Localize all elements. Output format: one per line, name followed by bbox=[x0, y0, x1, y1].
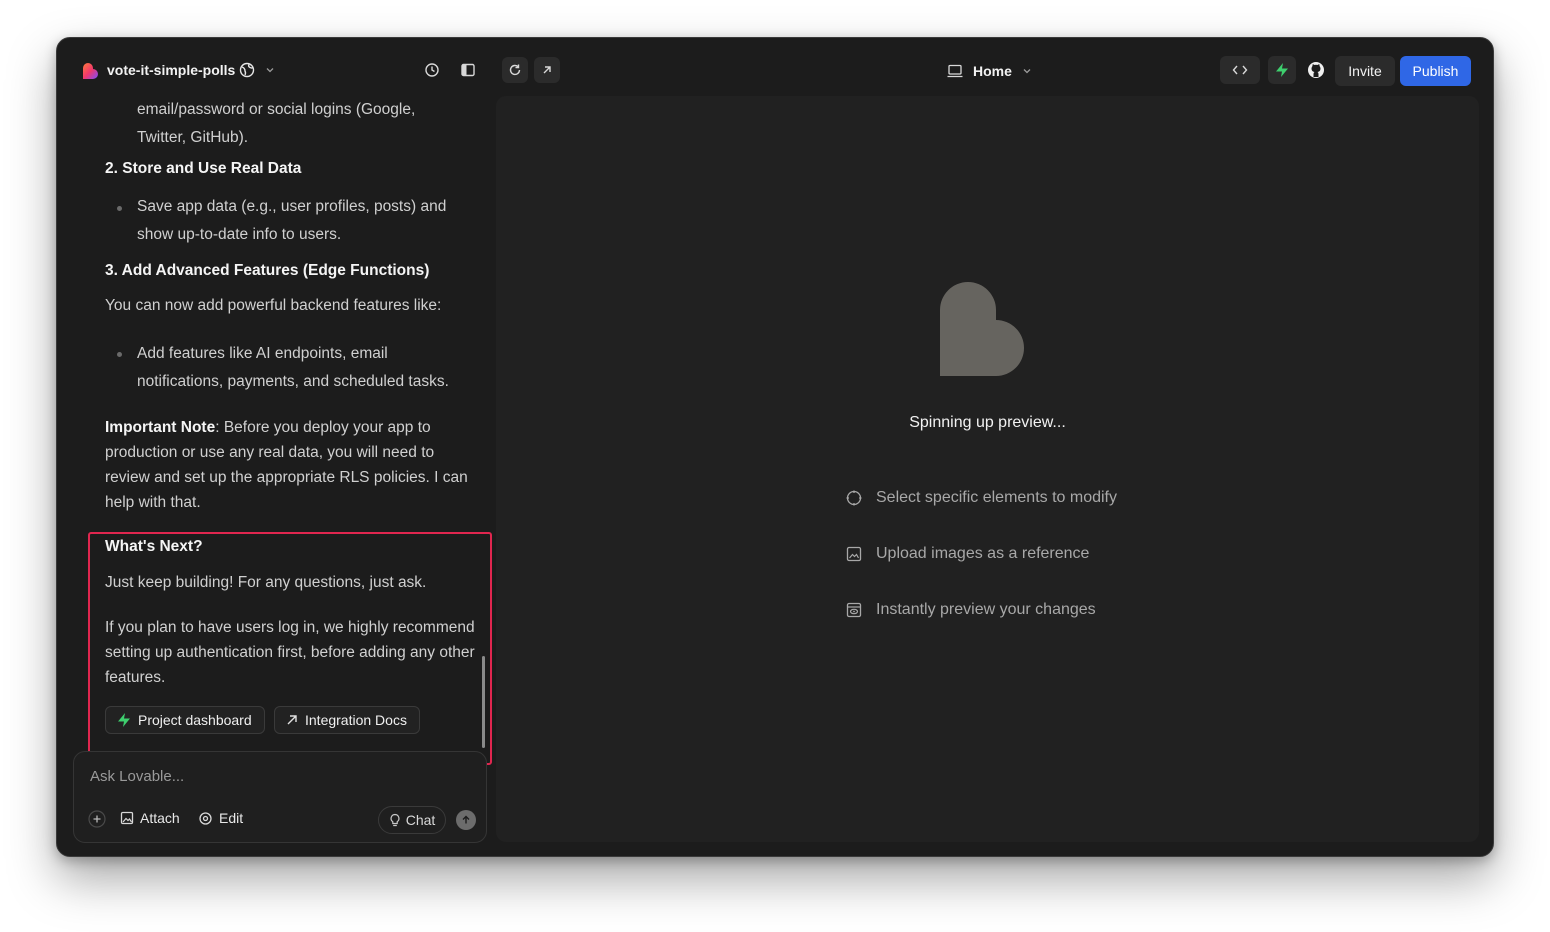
target-icon bbox=[199, 811, 212, 825]
bullet-advanced-features: Add features like AI endpoints, email no… bbox=[137, 345, 449, 390]
integration-docs-button[interactable]: Integration Docs bbox=[274, 706, 420, 734]
arrow-up-icon bbox=[462, 815, 470, 824]
arrow-up-right-icon bbox=[287, 715, 297, 725]
page-selector[interactable]: Home bbox=[947, 60, 1032, 82]
chat-scrollbar[interactable] bbox=[482, 656, 485, 748]
hint-label: Select specific elements to modify bbox=[876, 489, 1117, 506]
chat-text-intro-line2: Twitter, GitHub). bbox=[137, 129, 249, 146]
code-view-icon[interactable] bbox=[1220, 56, 1260, 84]
github-icon[interactable] bbox=[1302, 56, 1330, 84]
chevron-down-icon[interactable] bbox=[265, 65, 275, 75]
supabase-icon[interactable] bbox=[1268, 56, 1296, 84]
bullet-dot bbox=[117, 206, 122, 211]
chat-panel: email/password or social logins (Google,… bbox=[57, 96, 495, 856]
crosshair-icon bbox=[846, 490, 862, 506]
hint-upload-images: Upload images as a reference bbox=[846, 545, 1089, 563]
important-note: Important Note: Before you deploy your a… bbox=[105, 415, 475, 515]
project-dashboard-label: Project dashboard bbox=[138, 712, 252, 728]
bullet-store-data: Save app data (e.g., user profiles, post… bbox=[137, 198, 447, 243]
hint-select-elements: Select specific elements to modify bbox=[846, 489, 1117, 507]
hint-label: Instantly preview your changes bbox=[876, 601, 1096, 618]
attach-button[interactable]: Attach bbox=[120, 810, 180, 826]
page-selector-label: Home bbox=[973, 63, 1012, 79]
chat-mode-toggle[interactable]: Chat bbox=[378, 806, 446, 834]
whats-next-paragraph-2: If you plan to have users log in, we hig… bbox=[105, 619, 475, 686]
top-bar: vote-it-simple-polls Home Invite Publish bbox=[57, 38, 1493, 96]
edit-label: Edit bbox=[219, 810, 244, 826]
whats-next-paragraph-1: Just keep building! For any questions, j… bbox=[105, 574, 427, 591]
lovable-heart-icon bbox=[940, 282, 1024, 376]
chevron-down-icon bbox=[1023, 69, 1031, 74]
whats-next-heading: What's Next? bbox=[105, 538, 203, 555]
section-heading-advanced-features: 3. Add Advanced Features (Edge Functions… bbox=[105, 262, 430, 279]
image-icon bbox=[120, 811, 134, 825]
edit-button[interactable]: Edit bbox=[198, 810, 243, 826]
chat-mode-label: Chat bbox=[405, 812, 436, 828]
add-button[interactable] bbox=[88, 810, 106, 828]
eye-window-icon bbox=[846, 602, 862, 618]
send-button[interactable] bbox=[456, 810, 476, 830]
chat-composer: Ask Lovable... Attach Edit Chat bbox=[73, 751, 487, 843]
bullet-dot bbox=[117, 352, 122, 357]
image-icon bbox=[846, 546, 862, 562]
supabase-icon bbox=[118, 713, 130, 727]
section-lead-text: You can now add powerful backend feature… bbox=[105, 297, 442, 314]
preview-status: Spinning up preview... bbox=[909, 414, 1066, 431]
preview-panel: Spinning up preview... Select specific e… bbox=[496, 96, 1479, 842]
open-external-icon[interactable] bbox=[534, 57, 560, 83]
laptop-icon bbox=[947, 64, 963, 78]
important-note-label: Important Note bbox=[105, 419, 216, 436]
hint-preview-changes: Instantly preview your changes bbox=[846, 601, 1096, 619]
attach-label: Attach bbox=[140, 810, 180, 826]
publish-button[interactable]: Publish bbox=[1400, 56, 1471, 86]
chat-text-intro-line1: email/password or social logins (Google, bbox=[137, 101, 416, 118]
plus-icon bbox=[88, 810, 106, 828]
refresh-icon[interactable] bbox=[502, 57, 528, 83]
integration-docs-label: Integration Docs bbox=[305, 712, 407, 728]
history-icon[interactable] bbox=[419, 57, 445, 83]
sidebar-toggle-icon[interactable] bbox=[455, 57, 481, 83]
hint-label: Upload images as a reference bbox=[876, 545, 1090, 562]
project-dashboard-button[interactable]: Project dashboard bbox=[105, 706, 265, 734]
app-window: vote-it-simple-polls Home Invite Publish… bbox=[56, 37, 1494, 857]
chat-input[interactable]: Ask Lovable... bbox=[90, 768, 184, 785]
section-heading-store-data: 2. Store and Use Real Data bbox=[105, 160, 302, 177]
globe-icon[interactable] bbox=[239, 62, 255, 78]
invite-button[interactable]: Invite bbox=[1335, 56, 1395, 86]
lovable-logo-icon[interactable] bbox=[81, 62, 99, 80]
project-name[interactable]: vote-it-simple-polls bbox=[107, 62, 235, 78]
lightbulb-icon bbox=[390, 813, 400, 827]
